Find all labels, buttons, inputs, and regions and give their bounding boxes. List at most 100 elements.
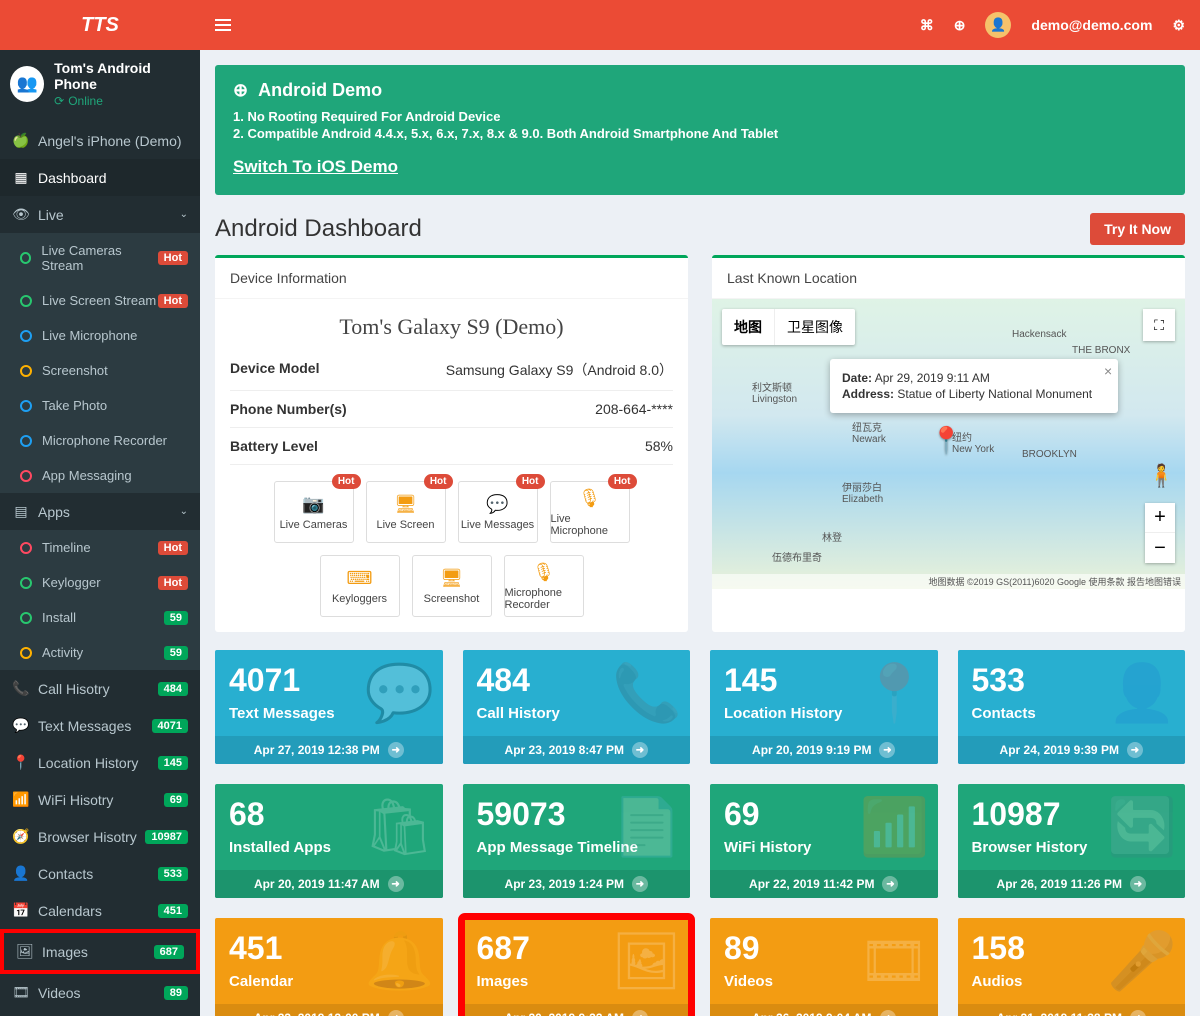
map[interactable]: Hackensack 利文斯顿Livingston 纽瓦克Newark 纽约Ne… [712, 299, 1185, 589]
status-dot-icon [20, 365, 32, 377]
device-status: Online [54, 94, 190, 108]
sidebar-item[interactable]: 🧭Browser Hisotry10987 [0, 818, 200, 855]
map-fullscreen-button[interactable]: ⛶ [1143, 309, 1175, 341]
stat-footer: Apr 23, 2019 8:47 PM➜ [463, 736, 691, 764]
sidebar-sub-item[interactable]: App Messaging [0, 458, 200, 493]
stat-bg-icon: 🎤 [1107, 928, 1177, 994]
info-row: Battery Level58% [230, 428, 673, 465]
sidebar-sub-item[interactable]: Live Microphone [0, 318, 200, 353]
stat-date: Apr 27, 2019 12:38 PM [254, 743, 380, 757]
quick-action-button[interactable]: Hot📷Live Cameras [274, 481, 354, 543]
quick-action-label: Live Cameras [280, 519, 348, 531]
stat-card[interactable]: 69WiFi History📶Apr 22, 2019 11:42 PM➜ [710, 784, 938, 898]
sidebar-item[interactable]: 🔊Audios158 [0, 1011, 200, 1016]
sidebar-item[interactable]: 📍Location History145 [0, 744, 200, 781]
sidebar-item-label: Browser Hisotry [38, 829, 137, 845]
stat-card[interactable]: 158Audios🎤Apr 21, 2019 11:38 PM➜ [958, 918, 1186, 1016]
quick-action-button[interactable]: 🖥Screenshot [412, 555, 492, 617]
close-icon[interactable]: × [1104, 363, 1112, 379]
avatar[interactable]: 👤 [985, 12, 1011, 38]
sidebar-item-dashboard[interactable]: ▦Dashboard [0, 159, 200, 196]
stat-card[interactable]: 451Calendar🔔Apr 23, 2019 12:00 PM➜ [215, 918, 443, 1016]
pegman-icon[interactable]: 🧍 [1148, 463, 1175, 489]
sidebar-group-live[interactable]: 👁Live ⌄ [0, 196, 200, 233]
switch-demo-link[interactable]: Switch To iOS Demo [233, 157, 398, 177]
stat-bg-icon: 📞 [612, 660, 682, 726]
stat-footer: Apr 23, 2019 1:24 PM➜ [463, 870, 691, 898]
status-dot-icon [20, 435, 32, 447]
sidebar-item[interactable]: 🖼Images687 [0, 929, 200, 974]
map-type-satellite[interactable]: 卫星图像 [775, 309, 855, 345]
arrow-right-icon: ➜ [879, 742, 895, 758]
sidebar-sub-item[interactable]: TimelineHot [0, 530, 200, 565]
arrow-right-icon: ➜ [388, 742, 404, 758]
menu-item-icon: 🧭 [14, 828, 28, 845]
quick-action-button[interactable]: 🎙Microphone Recorder [504, 555, 584, 617]
sidebar-sub-item[interactable]: Live Cameras StreamHot [0, 233, 200, 283]
sidebar-item[interactable]: 💬Text Messages4071 [0, 707, 200, 744]
stat-card[interactable]: 89Videos🎞Apr 26, 2019 9:04 AM➜ [710, 918, 938, 1016]
sidebar-sub-item[interactable]: KeyloggerHot [0, 565, 200, 600]
info-row: Phone Number(s)208-664-**** [230, 391, 673, 428]
stat-card[interactable]: 68Installed Apps🛍Apr 20, 2019 11:47 AM➜ [215, 784, 443, 898]
section-header: Android Dashboard Try It Now [215, 213, 1185, 245]
badge: 687 [154, 945, 184, 959]
menu-item-icon: 💬 [14, 717, 28, 734]
sidebar-item-label: Live Cameras Stream [41, 243, 157, 273]
badge: 451 [158, 904, 188, 918]
apps-icon: ▤ [14, 503, 28, 520]
hot-badge: Hot [332, 474, 361, 489]
stat-card[interactable]: 687Images🖼Apr 20, 2019 9:23 AM➜ [463, 918, 691, 1016]
map-type-switcher[interactable]: 地图 卫星图像 [722, 309, 855, 345]
status-dot-icon [20, 577, 32, 589]
sidebar-sub-item[interactable]: Take Photo [0, 388, 200, 423]
sidebar-item[interactable]: 📶WiFi Hisotry69 [0, 781, 200, 818]
sidebar-item-label: Live Screen Stream [42, 293, 156, 308]
sidebar-sub-item[interactable]: Install59 [0, 600, 200, 635]
sidebar-sub-item[interactable]: Live Screen StreamHot [0, 283, 200, 318]
map-marker-icon[interactable]: 📍 [930, 425, 962, 456]
arrow-right-icon: ➜ [1130, 1010, 1146, 1016]
quick-action-button[interactable]: Hot💬Live Messages [458, 481, 538, 543]
sidebar-sub-item[interactable]: Activity59 [0, 635, 200, 670]
sidebar-sub-item[interactable]: Screenshot [0, 353, 200, 388]
sidebar-item[interactable]: 📞Call Hisotry484 [0, 670, 200, 707]
stat-footer: Apr 22, 2019 11:42 PM➜ [710, 870, 938, 898]
sidebar-sub-item[interactable]: Microphone Recorder [0, 423, 200, 458]
sidebar-item[interactable]: 👤Contacts533 [0, 855, 200, 892]
status-dot-icon [20, 295, 32, 307]
alert-line: 2. Compatible Android 4.4.x, 5.x, 6.x, 7… [233, 126, 1167, 141]
zoom-out-button[interactable]: − [1145, 533, 1175, 563]
stat-bg-icon: 📄 [612, 794, 682, 860]
arrow-right-icon: ➜ [632, 742, 648, 758]
zoom-in-button[interactable]: + [1145, 503, 1175, 533]
stat-card[interactable]: 59073App Message Timeline📄Apr 23, 2019 1… [463, 784, 691, 898]
user-avatar: 👥 [10, 66, 44, 102]
map-credits: 地图数据 ©2019 GS(2011)6020 Google 使用条款 报告地图… [712, 574, 1185, 589]
stat-card[interactable]: 145Location History📍Apr 20, 2019 9:19 PM… [710, 650, 938, 764]
quick-action-icon: 🖥 [440, 568, 463, 589]
badge: 69 [164, 793, 188, 807]
stat-footer: Apr 23, 2019 12:00 PM➜ [215, 1004, 443, 1016]
map-type-map[interactable]: 地图 [722, 309, 775, 345]
sidebar-demo-link[interactable]: 🍏Angel's iPhone (Demo) [0, 122, 200, 159]
user-email[interactable]: demo@demo.com [1031, 17, 1152, 33]
quick-action-button[interactable]: Hot🖥Live Screen [366, 481, 446, 543]
sidebar-toggle-icon[interactable] [215, 24, 231, 26]
sidebar-group-apps[interactable]: ▤Apps ⌄ [0, 493, 200, 530]
stat-card[interactable]: 533Contacts👤Apr 24, 2019 9:39 PM➜ [958, 650, 1186, 764]
quick-action-button[interactable]: Hot🎙Live Microphone [550, 481, 630, 543]
stat-card[interactable]: 4071Text Messages💬Apr 27, 2019 12:38 PM➜ [215, 650, 443, 764]
quick-action-button[interactable]: ⌨Keyloggers [320, 555, 400, 617]
apple-icon[interactable]: ⌘ [920, 17, 934, 34]
stat-card[interactable]: 10987Browser History🔄Apr 26, 2019 11:26 … [958, 784, 1186, 898]
map-info-popup: × Date: Apr 29, 2019 9:11 AM Address: St… [830, 359, 1118, 413]
sidebar-item[interactable]: 📅Calendars451 [0, 892, 200, 929]
stat-card[interactable]: 484Call History📞Apr 23, 2019 8:47 PM➜ [463, 650, 691, 764]
status-dot-icon [20, 470, 32, 482]
android-icon[interactable]: ⊕ [954, 17, 966, 34]
sidebar-item[interactable]: 🎞Videos89 [0, 974, 200, 1011]
try-it-button[interactable]: Try It Now [1090, 213, 1185, 245]
settings-icon[interactable]: ⚙ [1172, 17, 1185, 34]
brand-logo[interactable]: TTS [0, 0, 200, 50]
